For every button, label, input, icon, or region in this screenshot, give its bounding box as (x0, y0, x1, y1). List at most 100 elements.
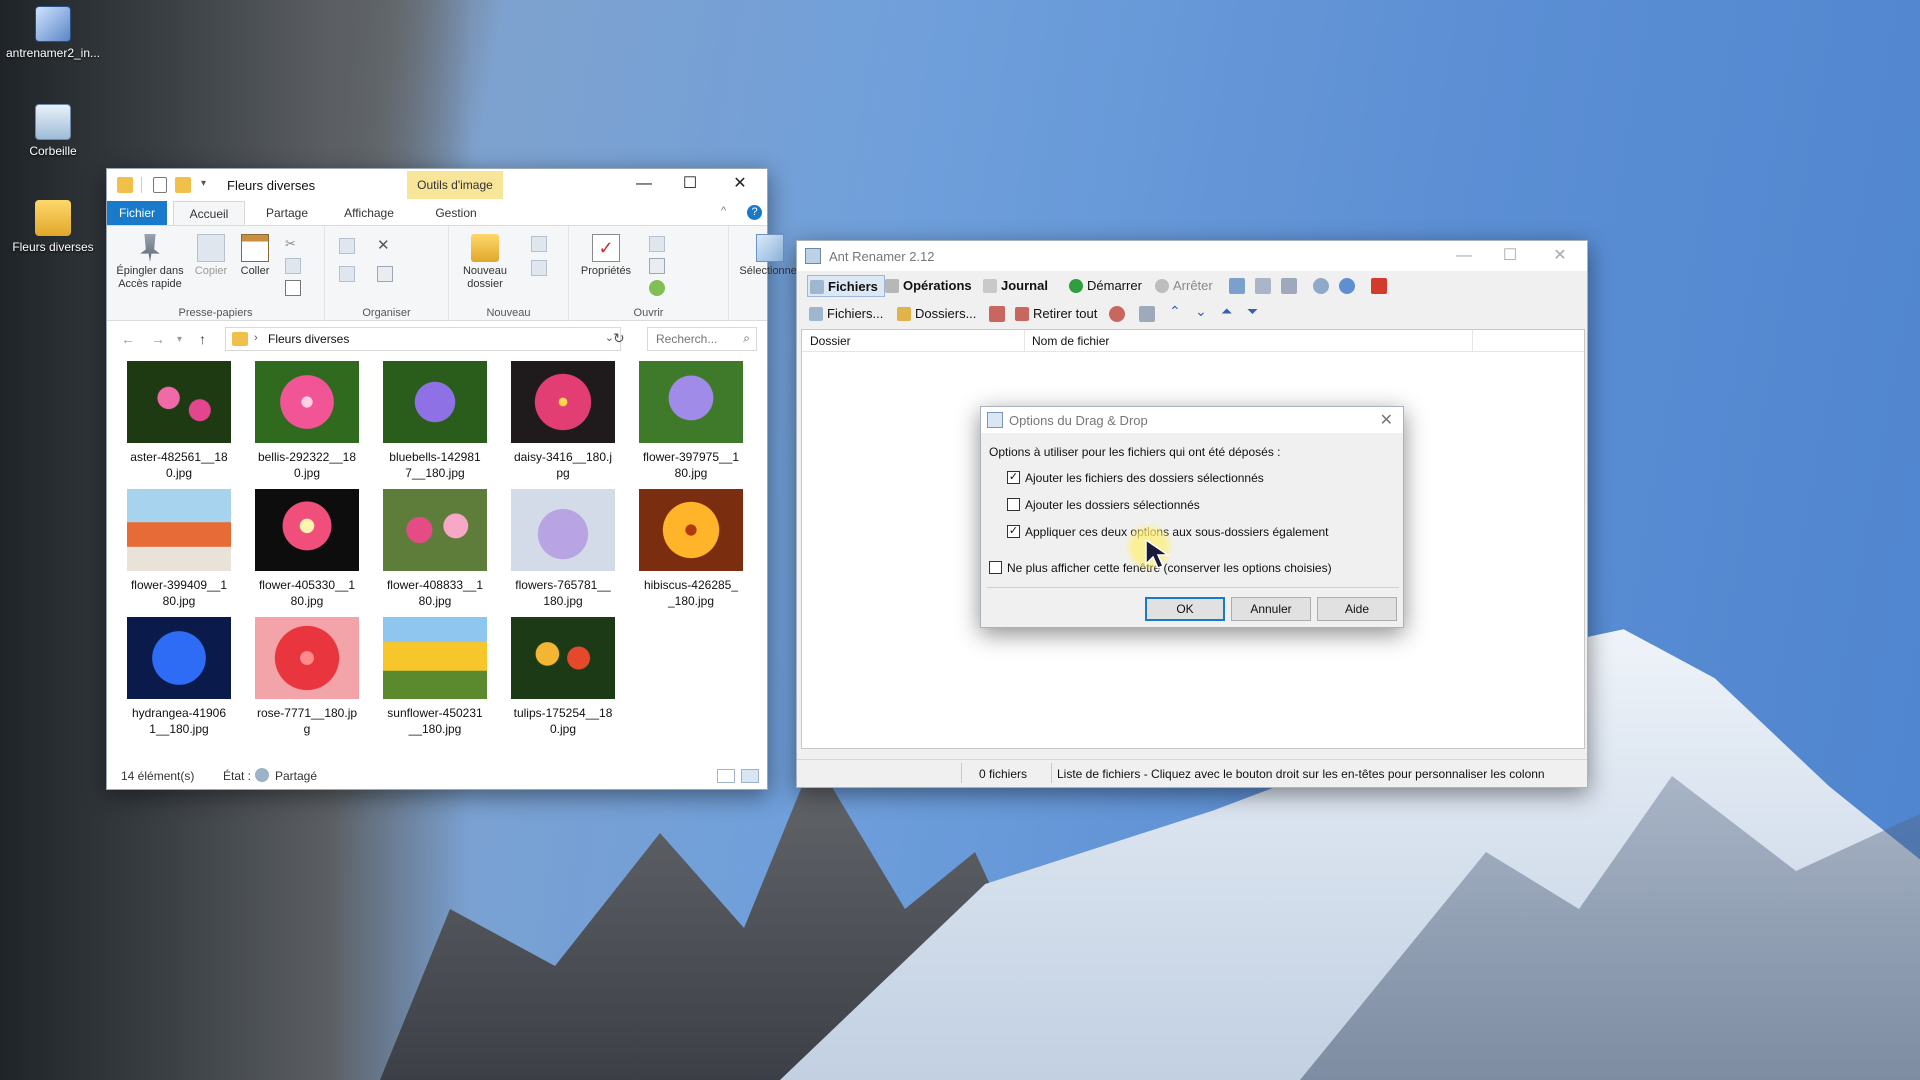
file-item[interactable]: daisy-3416__180.j pg (503, 361, 623, 481)
forward-arrow-icon[interactable]: → (151, 331, 165, 347)
file-item[interactable]: rose-7771__180.jp g (247, 617, 367, 737)
maximize-button[interactable]: ☐ (1487, 241, 1533, 271)
tab-files[interactable]: Fichiers (807, 275, 885, 297)
breadcrumb-current[interactable]: Fleurs diverses (268, 332, 349, 346)
move-to-icon[interactable] (339, 238, 355, 254)
renamer-status-bar: 0 fichiers Liste de fichiers - Cliquez a… (797, 759, 1587, 787)
tab-journal[interactable]: Journal (981, 275, 1048, 297)
column-folder[interactable]: Dossier (810, 334, 851, 348)
add-files-button[interactable]: Fichiers... (807, 303, 883, 325)
remove-all-button[interactable]: Retirer tout (1013, 303, 1097, 325)
paste-button[interactable]: Coller (235, 234, 275, 278)
new-folder-quick-icon[interactable] (175, 177, 191, 193)
file-item[interactable]: flower-397975__1 80.jpg (631, 361, 751, 481)
copy-to-icon[interactable] (339, 266, 355, 282)
collapse-ribbon-icon[interactable]: ^ (721, 205, 726, 217)
paste-shortcut-icon[interactable] (285, 280, 301, 296)
checkbox-unchecked-icon[interactable] (989, 561, 1002, 574)
details-view-icon[interactable] (717, 769, 735, 783)
undo-icon[interactable] (1229, 278, 1245, 294)
back-arrow-icon[interactable]: ← (121, 331, 135, 347)
file-item[interactable]: flowers-765781__ 180.jpg (503, 489, 623, 609)
edit-icon[interactable] (649, 258, 665, 274)
file-item[interactable]: bluebells-142981 7__180.jpg (375, 361, 495, 481)
tab-manage[interactable]: Gestion (411, 201, 501, 225)
properties-button[interactable]: ✓ Propriétés (575, 234, 637, 278)
up-arrow-icon[interactable]: ↑ (199, 331, 206, 347)
open-icon[interactable] (649, 236, 665, 252)
maximize-button[interactable]: ☐ (667, 169, 713, 199)
batch-icon[interactable] (1281, 278, 1297, 294)
cut-icon[interactable]: ✂ (285, 236, 301, 252)
new-item-icon[interactable] (531, 236, 547, 252)
file-item[interactable]: sunflower-450231 __180.jpg (375, 617, 495, 737)
history-icon[interactable] (649, 280, 665, 296)
move-up-icon[interactable]: ⌃ (1169, 303, 1185, 319)
easy-access-icon[interactable] (531, 260, 547, 276)
checkbox-checked-icon[interactable]: ✓ (1007, 471, 1020, 484)
minimize-button[interactable]: — (1441, 241, 1487, 271)
file-item[interactable]: hibiscus-426285_ _180.jpg (631, 489, 751, 609)
copy-button[interactable]: Copier (191, 234, 231, 278)
file-item[interactable]: flower-408833__1 80.jpg (375, 489, 495, 609)
about-icon[interactable] (1339, 278, 1355, 294)
checkbox-unchecked-icon[interactable] (1007, 498, 1020, 511)
tab-share[interactable]: Partage (251, 201, 323, 225)
move-top-icon[interactable]: ⏶ (1221, 303, 1237, 319)
file-item[interactable]: aster-482561__18 0.jpg (119, 361, 239, 481)
feedback-icon[interactable] (1313, 278, 1329, 294)
file-item[interactable]: hydrangea-41906 1__180.jpg (119, 617, 239, 737)
breadcrumb-chevron-icon[interactable]: › (254, 332, 258, 344)
file-item[interactable]: bellis-292322__18 0.jpg (247, 361, 367, 481)
refresh-icon[interactable]: ↻ (613, 330, 625, 347)
select-button[interactable]: Sélectionner (735, 234, 805, 278)
desktop-icon-fleurs-diverses[interactable]: Fleurs diverses (3, 200, 103, 254)
tab-view[interactable]: Affichage (329, 201, 409, 225)
properties-quick-icon[interactable] (153, 177, 167, 193)
move-bottom-icon[interactable]: ⏷ (1247, 303, 1263, 319)
tab-file[interactable]: Fichier (107, 201, 167, 225)
remove-selected-icon[interactable] (989, 306, 1005, 322)
preview-icon[interactable] (1139, 306, 1155, 322)
cancel-button[interactable]: Annuler (1231, 597, 1311, 621)
tab-operations[interactable]: Opérations (883, 275, 972, 297)
stop-button[interactable]: Arrêter (1153, 275, 1213, 297)
rename-icon[interactable] (377, 266, 393, 282)
ok-button[interactable]: OK (1145, 597, 1225, 621)
desktop-icon-recycle-bin[interactable]: Corbeille (3, 104, 103, 158)
file-item[interactable]: flower-399409__1 80.jpg (119, 489, 239, 609)
file-item[interactable]: tulips-175254__18 0.jpg (503, 617, 623, 737)
search-box[interactable]: ⌕ (647, 327, 757, 351)
add-folders-button[interactable]: Dossiers... (895, 303, 976, 325)
close-button[interactable]: ✕ (717, 169, 763, 199)
image-thumbnail (127, 489, 231, 571)
pin-quick-access-button[interactable]: Épingler dans Accès rapide (113, 234, 187, 291)
search-input[interactable] (648, 328, 734, 350)
recent-locations-icon[interactable]: ▾ (177, 334, 182, 345)
start-button[interactable]: Démarrer (1067, 275, 1142, 297)
column-filename[interactable]: Nom de fichier (1032, 334, 1109, 348)
tab-home[interactable]: Accueil (173, 201, 245, 225)
exit-icon[interactable] (1371, 278, 1387, 294)
customize-quick-access-icon[interactable]: ▾ (201, 178, 206, 194)
new-folder-button[interactable]: Nouveau dossier (453, 234, 517, 291)
large-icons-view-icon[interactable] (741, 769, 759, 783)
address-bar[interactable]: › Fleurs diverses ⌄ (225, 327, 621, 351)
column-divider[interactable] (1024, 330, 1025, 352)
close-button[interactable]: ✕ (1537, 241, 1583, 271)
move-down-icon[interactable]: ⌄ (1195, 303, 1211, 319)
properties-label: Propriétés (580, 265, 632, 277)
checkbox-checked-icon[interactable]: ✓ (1007, 525, 1020, 538)
stop-label: Arrêter (1173, 278, 1213, 293)
help-icon[interactable]: ? (747, 205, 762, 220)
remove-dead-icon[interactable] (1109, 306, 1125, 322)
copy-path-icon[interactable] (285, 258, 301, 274)
help-button[interactable]: Aide (1317, 597, 1397, 621)
file-item[interactable]: flower-405330__1 80.jpg (247, 489, 367, 609)
column-divider[interactable] (1472, 330, 1473, 352)
close-button[interactable]: ✕ (1380, 410, 1393, 430)
delete-icon[interactable]: ✕ (377, 236, 393, 254)
minimize-button[interactable]: — (621, 169, 667, 199)
window-icon[interactable] (1255, 278, 1271, 294)
desktop-icon-antrenamer-installer[interactable]: antrenamer2_in... (3, 6, 103, 60)
